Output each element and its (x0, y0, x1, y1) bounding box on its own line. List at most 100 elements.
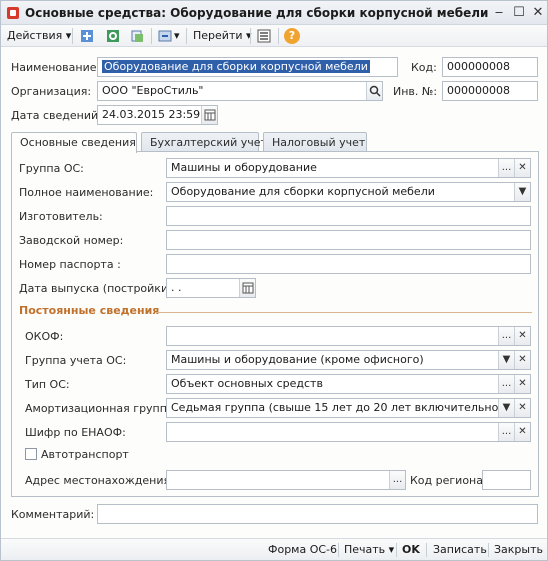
window-title: Основные средства: Оборудование для сбор… (25, 6, 489, 20)
tab-basic-info[interactable]: Основные сведения (11, 132, 137, 153)
section-divider (156, 312, 532, 313)
goto-menu-button[interactable]: Перейти ▾ (193, 29, 252, 42)
passport-number-field[interactable] (166, 254, 531, 274)
asset-type-label: Тип ОС: (25, 378, 70, 391)
okof-clear-icon[interactable]: ✕ (514, 327, 530, 345)
asset-type-clear-icon[interactable]: ✕ (514, 375, 530, 393)
date-label: Дата сведений: (11, 109, 102, 122)
structure-arrow-icon[interactable]: ▾ (174, 29, 180, 42)
close-button[interactable]: Закрыть (494, 543, 543, 556)
depreciation-group-dropdown-icon[interactable]: ▼ (498, 399, 514, 417)
okof-field[interactable] (166, 326, 531, 346)
enaof-select-button[interactable]: ... (498, 423, 514, 441)
post-document-icon[interactable] (79, 28, 95, 44)
toolbar-separator (278, 28, 279, 44)
permanent-info-heading: Постоянные сведения (19, 304, 160, 317)
list-icon[interactable] (256, 28, 272, 44)
print-arrow-icon: ▾ (388, 543, 395, 556)
okof-label: ОКОФ: (25, 330, 64, 343)
asset-group-field[interactable]: Машины и оборудование (166, 158, 531, 178)
inventory-number-label: Инв. №: (393, 85, 438, 98)
refresh-icon[interactable] (105, 28, 121, 44)
toolbar-separator (151, 28, 152, 44)
maximize-icon[interactable]: ☐ (511, 5, 527, 21)
accounting-group-clear-icon[interactable]: ✕ (514, 351, 530, 369)
depreciation-group-label: Амортизационная группа: (25, 402, 178, 415)
minimize-icon[interactable]: ‒ (491, 5, 507, 21)
name-field-value: Оборудование для сборки корпусной мебели (102, 60, 370, 73)
region-code-label: Код региона: (410, 474, 487, 487)
title-bar: Основные средства: Оборудование для сбор… (1, 1, 547, 25)
name-label: Наименование: (11, 61, 101, 74)
full-name-field[interactable]: Оборудование для сборки корпусной мебели (166, 182, 531, 202)
depreciation-group-clear-icon[interactable]: ✕ (514, 399, 530, 417)
name-field[interactable]: Оборудование для сборки корпусной мебели (97, 57, 398, 77)
full-name-dropdown-icon[interactable]: ▼ (514, 183, 530, 201)
serial-number-field[interactable] (166, 230, 531, 250)
app-icon (7, 7, 19, 19)
actions-menu-label: Действия (7, 29, 63, 42)
enaof-field[interactable] (166, 422, 531, 442)
region-code-field[interactable] (482, 470, 531, 490)
structure-icon[interactable] (157, 28, 173, 44)
comment-label: Комментарий: (11, 508, 95, 521)
release-calendar-icon[interactable] (239, 279, 255, 297)
code-label: Код: (411, 61, 437, 74)
manufacturer-field[interactable] (166, 206, 531, 226)
bottom-separator (396, 543, 397, 557)
organization-search-icon[interactable] (366, 82, 382, 100)
address-label: Адрес местонахождения: (25, 474, 174, 487)
code-field[interactable]: 000000008 (442, 57, 538, 77)
organization-field[interactable]: ООО "ЕвроСтиль" (97, 81, 383, 101)
main-window: Основные средства: Оборудование для сбор… (0, 0, 548, 561)
date-field[interactable]: 24.03.2015 23:59:59 (97, 105, 218, 125)
tab-tax-accounting[interactable]: Налоговый учет (263, 132, 367, 152)
okof-select-button[interactable]: ... (498, 327, 514, 345)
save-button[interactable]: Записать (433, 543, 487, 556)
calendar-icon[interactable] (201, 106, 217, 124)
asset-type-field[interactable]: Объект основных средств (166, 374, 531, 394)
tab-accounting[interactable]: Бухгалтерский учет (141, 132, 267, 152)
bottom-bar: Форма ОС-6 Печать ▾ OK Записать Закрыть (1, 538, 547, 560)
tab-panel (11, 151, 539, 497)
asset-type-select-button[interactable]: ... (498, 375, 514, 393)
vehicle-checkbox-label: Автотранспорт (41, 448, 129, 461)
goto-menu-label: Перейти (193, 29, 243, 42)
help-icon[interactable]: ? (284, 28, 300, 44)
toolbar-separator (72, 28, 73, 44)
accounting-group-dropdown-icon[interactable]: ▼ (498, 351, 514, 369)
close-icon[interactable]: ✕ (530, 5, 546, 21)
print-menu-button[interactable]: Печать ▾ (344, 543, 394, 556)
bottom-separator (488, 543, 489, 557)
inventory-number-field[interactable]: 000000008 (442, 81, 538, 101)
manufacturer-label: Изготовитель: (19, 210, 103, 223)
bottom-separator (338, 543, 339, 557)
address-select-button[interactable]: ... (389, 471, 405, 489)
enaof-label: Шифр по ЕНАОФ: (25, 426, 126, 439)
passport-number-label: Номер паспорта : (19, 258, 121, 271)
comment-field[interactable] (97, 504, 538, 524)
bottom-separator (426, 543, 427, 557)
serial-number-label: Заводской номер: (19, 234, 124, 247)
enaof-clear-icon[interactable]: ✕ (514, 423, 530, 441)
address-field[interactable] (166, 470, 406, 490)
asset-group-label: Группа ОС: (19, 162, 84, 175)
accounting-group-label: Группа учета ОС: (25, 354, 127, 367)
vehicle-checkbox[interactable] (25, 448, 37, 460)
asset-group-clear-icon[interactable]: ✕ (514, 159, 530, 177)
toolbar-separator (250, 28, 251, 44)
depreciation-group-field[interactable]: Седьмая группа (свыше 15 лет до 20 лет в… (166, 398, 531, 418)
print-label: Печать (344, 543, 386, 556)
ok-button[interactable]: OK (402, 543, 420, 556)
asset-group-select-button[interactable]: ... (498, 159, 514, 177)
actions-arrow-icon: ▾ (65, 29, 72, 42)
toolbar-separator (186, 28, 187, 44)
accounting-group-field[interactable]: Машины и оборудование (кроме офисного) (166, 350, 531, 370)
organization-label: Организация: (11, 85, 92, 98)
toolbar: Действия ▾ ▾ Перейти ▾ ? (1, 25, 547, 47)
actions-menu-button[interactable]: Действия ▾ (7, 29, 71, 42)
full-name-label: Полное наименование: (19, 186, 154, 199)
copy-icon[interactable] (129, 28, 145, 44)
form-os6-button[interactable]: Форма ОС-6 (268, 543, 337, 556)
release-date-label: Дата выпуска (постройки): (19, 282, 177, 295)
